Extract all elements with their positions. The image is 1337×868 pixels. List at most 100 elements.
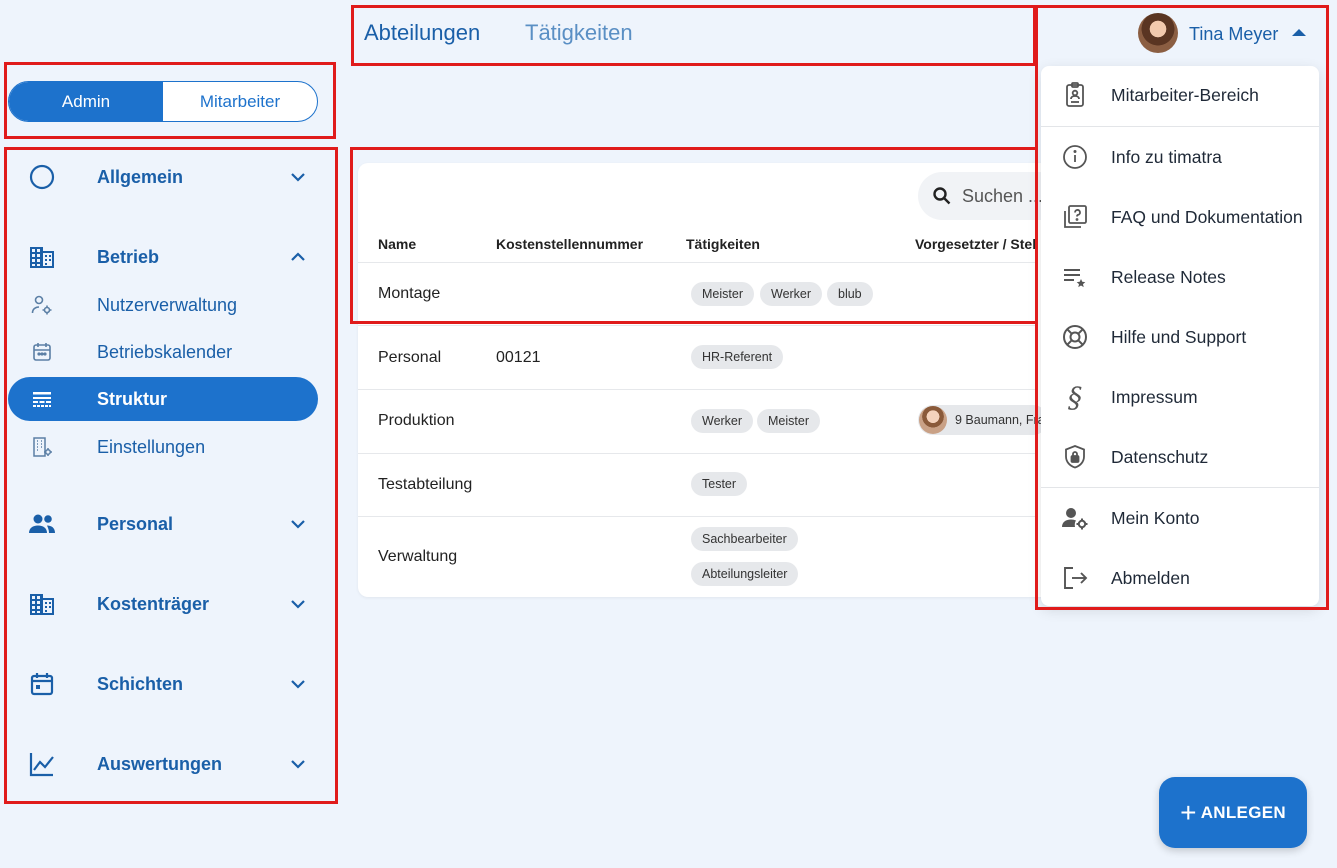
sidebar-group-schichten[interactable]: Schichten	[8, 662, 318, 706]
sidebar-item-betriebskalender[interactable]: Betriebskalender	[8, 330, 318, 374]
activity-chip: Werker	[691, 409, 754, 433]
paragraph-icon: §	[1068, 380, 1082, 414]
menu-item-release-notes[interactable]: Release Notes	[1041, 249, 1319, 305]
menu-divider	[1041, 487, 1319, 488]
chevron-down-icon	[288, 754, 308, 774]
user-name[interactable]: Tina Meyer	[1189, 24, 1278, 45]
supervisor-name: 9 Baumann, Frank	[955, 413, 1048, 427]
tab-abteilungen[interactable]: Abteilungen	[364, 20, 480, 46]
sidebar-label: Betrieb	[97, 246, 160, 267]
cell-name[interactable]: Personal	[378, 349, 441, 367]
calendar-icon	[28, 338, 56, 366]
menu-item-abmelden[interactable]: Abmelden	[1041, 550, 1319, 606]
sidebar-group-betrieb[interactable]: Betrieb	[8, 235, 318, 279]
sidebar-item-struktur[interactable]: Struktur	[8, 377, 318, 421]
column-header-vorgesetzter[interactable]: Vorgesetzter / Stellvertreter	[915, 236, 1038, 252]
column-header-kostenstelle[interactable]: Kostenstellennummer	[496, 236, 643, 252]
sidebar-item-einstellungen[interactable]: Einstellungen	[8, 425, 318, 469]
cell-name[interactable]: Produktion	[378, 412, 455, 430]
logout-icon	[1061, 564, 1089, 592]
menu-item-label: Release Notes	[1111, 266, 1226, 287]
playlist-star-icon	[1061, 263, 1089, 291]
row-divider	[358, 389, 1038, 390]
sidebar-group-kostentraeger[interactable]: Kostenträger	[8, 582, 318, 626]
chevron-down-icon	[288, 674, 308, 694]
lifebuoy-icon	[1061, 323, 1089, 351]
create-button[interactable]: + ANLEGEN	[1159, 777, 1307, 848]
menu-item-datenschutz[interactable]: Datenschutz	[1041, 429, 1319, 485]
menu-item-info[interactable]: Info zu timatra	[1041, 129, 1319, 185]
sidebar-label: Betriebskalender	[97, 341, 233, 362]
badge-icon	[1061, 81, 1089, 109]
plus-icon: +	[1180, 796, 1197, 828]
chevron-down-icon	[288, 594, 308, 614]
circle-icon	[28, 163, 56, 191]
supervisor-chip: 9 Baumann, Frank	[918, 405, 1048, 435]
search-icon	[932, 186, 952, 206]
avatar	[919, 406, 947, 434]
menu-item-label: Impressum	[1111, 386, 1198, 407]
cell-name[interactable]: Testabteilung	[378, 476, 472, 494]
structure-icon	[28, 385, 56, 413]
user-avatar[interactable]	[1138, 13, 1178, 53]
sidebar-group-allgemein[interactable]: Allgemein	[8, 155, 318, 199]
menu-item-label: Datenschutz	[1111, 446, 1209, 467]
shield-lock-icon	[1061, 443, 1089, 471]
activity-chip: Abteilungsleiter	[691, 562, 799, 586]
activity-chip: blub	[827, 282, 873, 306]
sidebar-label: Allgemein	[97, 166, 184, 187]
account-cog-icon	[28, 291, 56, 319]
role-toggle: Admin Mitarbeiter	[8, 81, 318, 122]
people-icon	[28, 510, 56, 538]
activity-chip: HR-Referent	[691, 345, 784, 369]
activity-chip: Meister	[691, 282, 754, 306]
tab-taetigkeiten[interactable]: Tätigkeiten	[525, 20, 633, 46]
row-divider	[358, 516, 1038, 517]
search-placeholder[interactable]: Suchen ...	[962, 186, 1043, 207]
info-icon	[1061, 143, 1089, 171]
sidebar-label: Schichten	[97, 673, 184, 694]
menu-item-label: Abmelden	[1111, 567, 1190, 588]
building-icon	[28, 590, 56, 618]
column-header-name[interactable]: Name	[378, 236, 416, 252]
activity-chip: Werker	[760, 282, 823, 306]
chevron-up-icon	[288, 247, 308, 267]
caret-up-icon[interactable]	[1292, 29, 1306, 36]
sidebar-label: Personal	[97, 513, 174, 534]
row-divider	[358, 262, 1038, 263]
menu-item-mein-konto[interactable]: Mein Konto	[1041, 490, 1319, 546]
cell-name[interactable]: Montage	[378, 285, 440, 303]
sidebar-label: Auswertungen	[97, 753, 223, 774]
role-employee-button[interactable]: Mitarbeiter	[163, 82, 317, 121]
help-library-icon	[1061, 203, 1089, 231]
sidebar-label: Struktur	[97, 388, 168, 409]
menu-divider	[1041, 126, 1319, 127]
sidebar-group-personal[interactable]: Personal	[8, 502, 318, 546]
sidebar-group-auswertungen[interactable]: Auswertungen	[8, 742, 318, 786]
column-header-taetigkeiten[interactable]: Tätigkeiten	[686, 236, 760, 252]
create-button-label: ANLEGEN	[1200, 802, 1286, 822]
menu-item-label: FAQ und Dokumentation	[1111, 206, 1303, 227]
menu-item-impressum[interactable]: § Impressum	[1041, 369, 1319, 425]
sidebar-label: Einstellungen	[97, 436, 206, 457]
activity-chip: Sachbearbeiter	[691, 527, 798, 551]
menu-item-label: Mitarbeiter-Bereich	[1111, 84, 1259, 105]
menu-item-mitarbeiter-bereich[interactable]: Mitarbeiter-Bereich	[1041, 67, 1319, 123]
menu-item-support[interactable]: Hilfe und Support	[1041, 309, 1319, 365]
role-admin-button[interactable]: Admin	[9, 82, 163, 121]
sidebar-item-nutzerverwaltung[interactable]: Nutzerverwaltung	[8, 283, 318, 327]
calendar-icon	[28, 670, 56, 698]
building-cog-icon	[28, 433, 56, 461]
building-icon	[28, 243, 56, 271]
menu-item-label: Info zu timatra	[1111, 146, 1222, 167]
chevron-down-icon	[288, 167, 308, 187]
menu-item-faq[interactable]: FAQ und Dokumentation	[1041, 189, 1319, 245]
account-cog-icon	[1061, 504, 1089, 532]
sidebar-label: Kostenträger	[97, 593, 210, 614]
chevron-down-icon	[288, 514, 308, 534]
sidebar-label: Nutzerverwaltung	[97, 294, 238, 315]
activity-chip: Tester	[691, 472, 748, 496]
menu-item-label: Mein Konto	[1111, 507, 1200, 528]
cell-name[interactable]: Verwaltung	[378, 548, 457, 566]
menu-item-label: Hilfe und Support	[1111, 326, 1247, 347]
